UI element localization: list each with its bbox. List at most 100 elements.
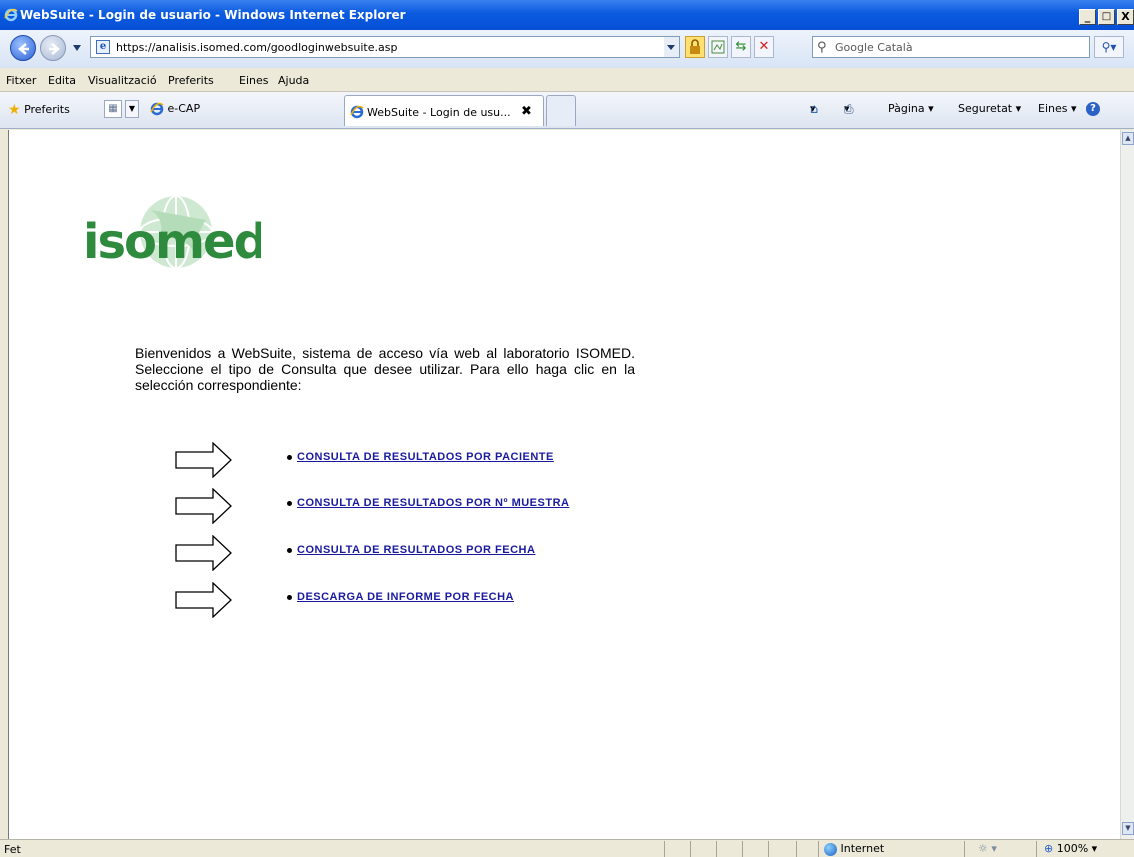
stop-button[interactable]: ✕ bbox=[754, 36, 774, 58]
home-icon: ⌂ bbox=[810, 102, 819, 117]
scroll-down-icon[interactable]: ▼ bbox=[1122, 822, 1134, 835]
tab-list-dropdown[interactable]: ▼ bbox=[125, 100, 139, 118]
search-button[interactable]: ⚲▾ bbox=[1094, 36, 1124, 58]
menu-favorites[interactable]: Preferits bbox=[168, 74, 214, 87]
search-field[interactable]: ⚲ Google Català bbox=[812, 36, 1090, 58]
bullet bbox=[287, 595, 292, 600]
status-text: Fet bbox=[4, 843, 21, 856]
bullet bbox=[287, 501, 292, 506]
menu-edit[interactable]: Edita bbox=[48, 74, 76, 87]
star-icon: ★ bbox=[8, 102, 21, 118]
status-divider bbox=[742, 841, 743, 857]
close-tab-icon[interactable]: ✖ bbox=[521, 104, 532, 119]
menu-help[interactable]: Ajuda bbox=[278, 74, 309, 87]
back-button[interactable] bbox=[10, 35, 36, 61]
address-field[interactable]: e https://analisis.isomed.com/goodloginw… bbox=[90, 36, 680, 58]
tab-bar: ★ Preferits ▦ ▼ e-CAP WebSuite - Login d… bbox=[0, 92, 1134, 129]
arrow-right-icon bbox=[175, 582, 232, 618]
refresh-icon: ⇆ bbox=[735, 39, 747, 54]
minimize-button[interactable]: _ bbox=[1079, 9, 1096, 25]
compatibility-icon bbox=[711, 40, 725, 54]
page-content: isomed Bienvenidos a WebSuite, sistema d… bbox=[8, 130, 1120, 839]
menu-file[interactable]: Fitxer bbox=[6, 74, 36, 87]
zoom-level: 100% bbox=[1056, 842, 1089, 855]
security-lock-button[interactable] bbox=[685, 36, 705, 58]
protected-mode-button[interactable]: ☼ ▾ bbox=[978, 842, 997, 855]
bullet bbox=[287, 548, 292, 553]
status-divider bbox=[1036, 841, 1037, 857]
link-descarga-informe[interactable]: DESCARGA DE INFORME POR FECHA bbox=[297, 591, 514, 603]
ie-logo-icon bbox=[4, 8, 18, 22]
printer-icon: ⎙ bbox=[844, 102, 854, 116]
ie-page-icon bbox=[350, 105, 364, 119]
browser-window: WebSuite - Login de usuario - Windows In… bbox=[0, 0, 1134, 857]
url-text: https://analisis.isomed.com/goodloginweb… bbox=[116, 41, 398, 54]
zoom-control[interactable]: ⊕ 100% ▾ bbox=[1044, 842, 1097, 855]
arrow-right-icon bbox=[175, 535, 232, 571]
print-button[interactable]: ⎙ ▾ bbox=[844, 102, 854, 116]
zoom-icon: ⊕ bbox=[1044, 842, 1054, 855]
link-consulta-fecha[interactable]: CONSULTA DE RESULTADOS POR FECHA bbox=[297, 544, 535, 556]
back-arrow-icon bbox=[18, 43, 29, 55]
help-icon: ? bbox=[1086, 102, 1100, 116]
magnifier-icon: ⚲▾ bbox=[1101, 40, 1117, 54]
page-menu[interactable]: Pàgina ▾ bbox=[888, 102, 934, 115]
status-divider bbox=[690, 841, 691, 857]
vertical-scrollbar[interactable]: ▲ ▼ bbox=[1120, 130, 1134, 839]
lock-icon bbox=[690, 39, 700, 54]
link-consulta-muestra[interactable]: CONSULTA DE RESULTADOS POR Nº MUESTRA bbox=[297, 497, 569, 509]
chevron-down-icon: ▼ bbox=[128, 104, 136, 113]
search-icon: ⚲ bbox=[817, 40, 827, 55]
page-icon: e bbox=[96, 40, 110, 54]
title-bar: WebSuite - Login de usuario - Windows In… bbox=[0, 0, 1134, 30]
security-zone[interactable]: Internet bbox=[824, 842, 884, 856]
isomed-logo: isomed bbox=[83, 195, 261, 270]
welcome-text: Bienvenidos a WebSuite, sistema de acces… bbox=[135, 345, 635, 393]
bullet bbox=[287, 455, 292, 460]
status-divider bbox=[818, 841, 819, 857]
forward-button[interactable] bbox=[40, 35, 66, 61]
status-bar: Fet Internet ☼ ▾ ⊕ 100% ▾ bbox=[0, 839, 1134, 857]
search-placeholder: Google Català bbox=[835, 41, 913, 54]
option-row: CONSULTA DE RESULTADOS POR Nº MUESTRA bbox=[175, 488, 675, 524]
favorites-label: Preferits bbox=[24, 103, 70, 116]
chevron-down-icon bbox=[667, 45, 675, 50]
tab-label: WebSuite - Login de usu... bbox=[367, 106, 511, 119]
menu-bar: Fitxer Edita Visualització Preferits Ein… bbox=[0, 68, 1134, 92]
security-menu[interactable]: Seguretat ▾ bbox=[958, 102, 1021, 115]
help-button[interactable]: ?▾ bbox=[1086, 102, 1100, 116]
link-consulta-paciente[interactable]: CONSULTA DE RESULTADOS POR PACIENTE bbox=[297, 451, 554, 463]
new-tab-button[interactable] bbox=[546, 95, 576, 126]
recent-pages-dropdown-icon[interactable] bbox=[72, 44, 82, 52]
home-button[interactable]: ⌂ ▾ bbox=[810, 102, 819, 117]
arrow-right-icon bbox=[175, 488, 232, 524]
favorite-link-ecap[interactable]: e-CAP bbox=[150, 102, 200, 116]
arrow-right-icon bbox=[175, 442, 232, 478]
tools-menu[interactable]: Eines ▾ bbox=[1038, 102, 1077, 115]
rss-feed-button[interactable] bbox=[708, 36, 728, 58]
status-divider bbox=[796, 841, 797, 857]
status-divider bbox=[768, 841, 769, 857]
menu-view[interactable]: Visualització bbox=[88, 74, 157, 87]
tab-websuite[interactable]: WebSuite - Login de usu... ✖ bbox=[344, 95, 544, 126]
globe-icon bbox=[824, 842, 837, 856]
stop-icon: ✕ bbox=[758, 39, 770, 54]
window-title: WebSuite - Login de usuario - Windows In… bbox=[20, 8, 406, 22]
status-divider bbox=[664, 841, 665, 857]
status-divider bbox=[964, 841, 965, 857]
refresh-button[interactable]: ⇆ bbox=[731, 36, 751, 58]
address-toolbar: e https://analisis.isomed.com/goodloginw… bbox=[0, 30, 1134, 68]
maximize-button[interactable]: □ bbox=[1098, 9, 1115, 25]
status-divider bbox=[716, 841, 717, 857]
protected-mode-icon: ☼ bbox=[978, 842, 988, 855]
favorites-button[interactable]: ★ Preferits bbox=[8, 102, 70, 118]
grid-icon: ▦ bbox=[108, 103, 118, 114]
option-row: CONSULTA DE RESULTADOS POR FECHA bbox=[175, 535, 675, 571]
scroll-up-icon[interactable]: ▲ bbox=[1122, 132, 1134, 145]
option-row: DESCARGA DE INFORME POR FECHA bbox=[175, 582, 675, 618]
address-dropdown-button[interactable] bbox=[664, 36, 680, 58]
close-window-button[interactable]: X bbox=[1117, 9, 1134, 25]
menu-tools[interactable]: Eines bbox=[239, 74, 268, 87]
quick-tabs-button[interactable]: ▦ bbox=[104, 100, 122, 118]
favorite-link-label: e-CAP bbox=[167, 102, 201, 115]
